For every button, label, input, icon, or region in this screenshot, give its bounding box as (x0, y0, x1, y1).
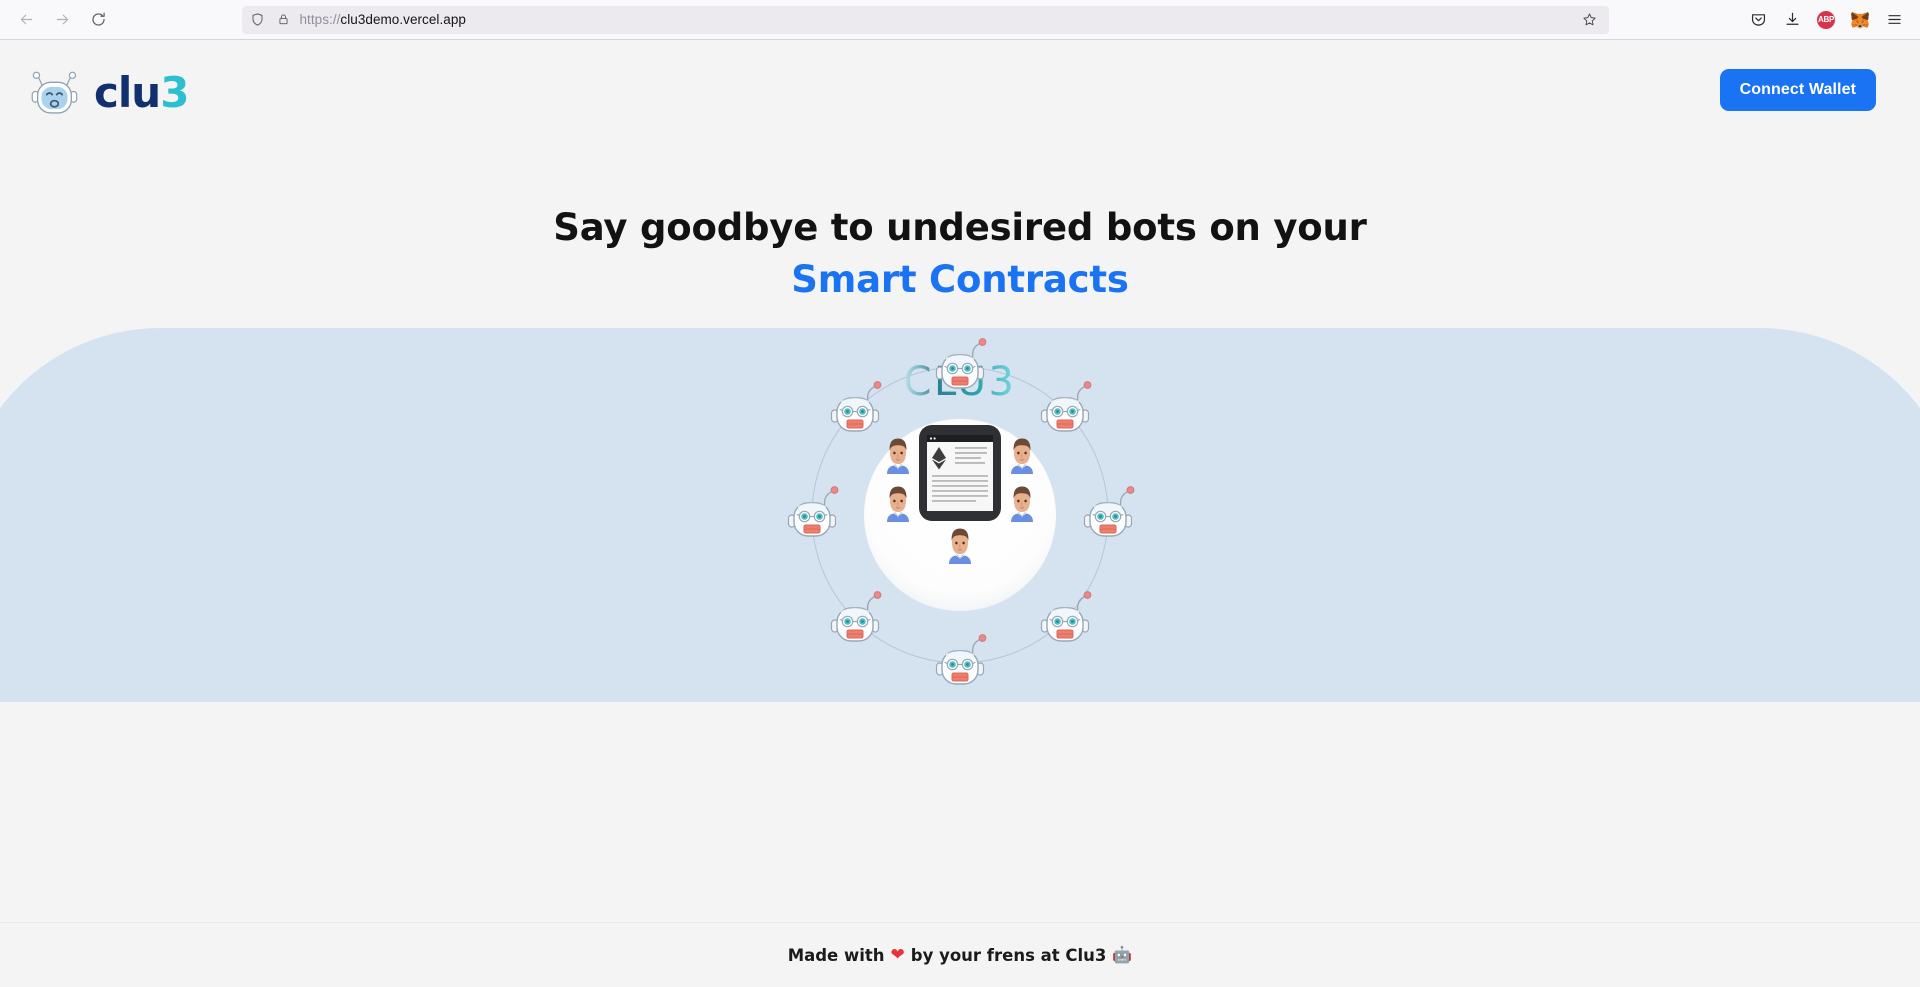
site-logo-text: clu3 (94, 72, 189, 114)
robot-emoji-icon: 🤖 (1112, 945, 1133, 964)
robot-node (1040, 590, 1092, 642)
url-scheme: https:// (299, 12, 341, 27)
robot-node (1040, 380, 1092, 432)
heart-icon: ❤ (890, 944, 905, 965)
headline-line-2: Smart Contracts (791, 257, 1129, 301)
headline-line-1: Say goodbye to undesired bots on your (553, 206, 1367, 249)
app-menu-icon[interactable] (1878, 4, 1910, 36)
reload-icon (90, 11, 107, 28)
site-header: clu3 Connect Wallet (0, 40, 1920, 140)
hero-headline: Say goodbye to undesired bots on your Sm… (0, 204, 1920, 305)
site-logo[interactable]: clu3 (28, 64, 189, 116)
browser-toolbar: https://clu3demo.vercel.app ABP (0, 0, 1920, 40)
clu3-robot-logo-icon (28, 70, 84, 116)
back-button[interactable] (10, 4, 42, 36)
robot-node (830, 590, 882, 642)
footer-credit: Made with ❤ by your frens at Clu3 🤖 (788, 946, 1133, 965)
forward-button[interactable] (46, 4, 78, 36)
robot-node (935, 633, 987, 685)
address-bar[interactable]: https://clu3demo.vercel.app (241, 5, 1609, 34)
footer-prefix: Made with (787, 945, 885, 965)
hero-banner: CLU3 (0, 328, 1920, 702)
url-text: https://clu3demo.vercel.app (300, 12, 1571, 27)
logo-text-primary: clu (94, 68, 161, 117)
robot-node (1083, 485, 1135, 537)
star-bookmark-icon[interactable] (1577, 7, 1603, 33)
padlock-icon[interactable] (274, 10, 294, 30)
adblock-plus-badge-label: ABP (1817, 10, 1835, 29)
site-footer: Made with ❤ by your frens at Clu3 🤖 (0, 922, 1920, 987)
pocket-save-icon[interactable] (1742, 4, 1774, 36)
page-viewport: clu3 Connect Wallet Say goodbye to undes… (0, 40, 1920, 987)
connect-wallet-button[interactable]: Connect Wallet (1719, 69, 1876, 111)
smart-contract-device (919, 425, 1001, 521)
metamask-fox-icon[interactable] (1844, 4, 1876, 36)
back-arrow-icon (18, 11, 35, 28)
forward-arrow-icon (54, 11, 71, 28)
address-bar-container: https://clu3demo.vercel.app (118, 5, 1732, 34)
browser-extensions-area: ABP (1736, 4, 1910, 36)
tracking-protection-shield-icon[interactable] (248, 10, 268, 30)
logo-text-accent: 3 (160, 68, 189, 117)
downloads-icon[interactable] (1776, 4, 1808, 36)
footer-middle: by your frens at Clu3 (910, 945, 1107, 965)
url-host: clu3demo.vercel.app (340, 12, 466, 27)
robot-node (830, 380, 882, 432)
adblock-plus-icon[interactable]: ABP (1810, 4, 1842, 36)
reload-button[interactable] (82, 4, 114, 36)
hero-illustration: CLU3 (750, 335, 1170, 695)
